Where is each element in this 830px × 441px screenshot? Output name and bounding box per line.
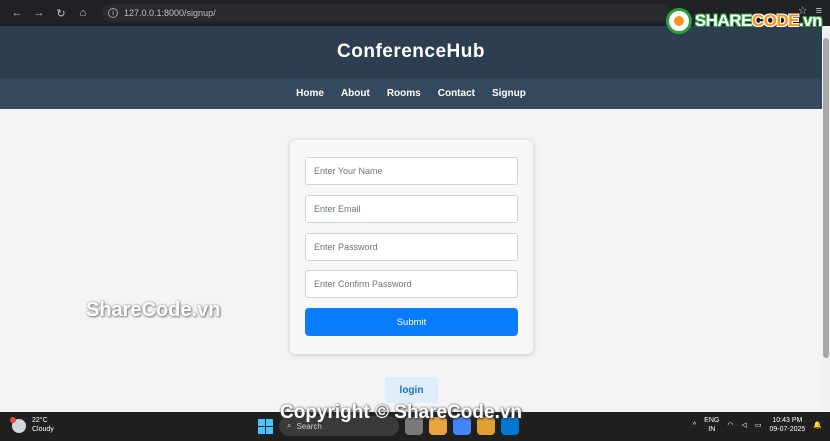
system-tray: ^ ENG IN ◠ ◁ ▭ 10:43 PM 09-07-2025 🔔 [693,416,822,434]
volume-icon[interactable]: ◁ [741,421,746,429]
nav-home[interactable]: Home [296,88,324,99]
password-input[interactable] [305,233,518,261]
back-icon[interactable]: ← [8,4,26,22]
temperature: 22°C [32,417,48,424]
weather-condition: Cloudy [32,426,54,433]
reload-icon[interactable]: ↻ [52,4,70,22]
submit-button[interactable]: Submit [305,308,518,336]
email-input[interactable] [305,195,518,223]
signup-card: Submit [290,140,533,354]
login-button[interactable]: login [385,377,438,403]
watermark-copyright: Copyright © ShareCode.vn [280,402,523,423]
screen: ← → ↻ ⌂ i 127.0.0.1:8000/signup/ ☆ ≡ SHA… [0,0,830,441]
confirm-password-input[interactable] [305,270,518,298]
sharecode-logo-icon [665,8,692,34]
url-text: 127.0.0.1:8000/signup/ [124,8,216,18]
site-title: ConferenceHub [337,41,485,62]
wifi-icon[interactable]: ◠ [727,421,733,429]
address-bar[interactable]: i 127.0.0.1:8000/signup/ [102,4,672,22]
sharecode-logo: SHARECODE.vn [665,8,823,34]
tray-chevron-icon[interactable]: ^ [693,422,696,429]
site-nav: Home About Rooms Contact Signup [0,78,822,109]
nav-contact[interactable]: Contact [438,88,475,99]
name-input[interactable] [305,157,518,185]
battery-icon[interactable]: ▭ [755,421,762,429]
sharecode-logo-text: SHARECODE.vn [694,11,823,30]
weather-widget[interactable]: 22°C Cloudy [10,416,54,434]
windows-start-icon[interactable] [258,418,273,434]
notification-bell-icon[interactable]: 🔔 [813,421,822,429]
nav-rooms[interactable]: Rooms [387,88,421,99]
home-icon[interactable]: ⌂ [74,4,92,22]
nav-signup[interactable]: Signup [492,88,526,99]
language-indicator[interactable]: ENG IN [704,416,719,434]
site-info-icon[interactable]: i [108,8,118,18]
scrollbar-thumb[interactable] [823,38,829,358]
nav-about[interactable]: About [341,88,370,99]
forward-icon[interactable]: → [30,4,48,22]
watermark-center: ShareCode.vn [86,299,221,321]
page-content: Submit login ShareCode.vn [0,109,822,412]
cloud-icon [10,417,26,433]
clock[interactable]: 10:43 PM 09-07-2025 [769,416,805,434]
page-scrollbar[interactable] [822,26,830,412]
